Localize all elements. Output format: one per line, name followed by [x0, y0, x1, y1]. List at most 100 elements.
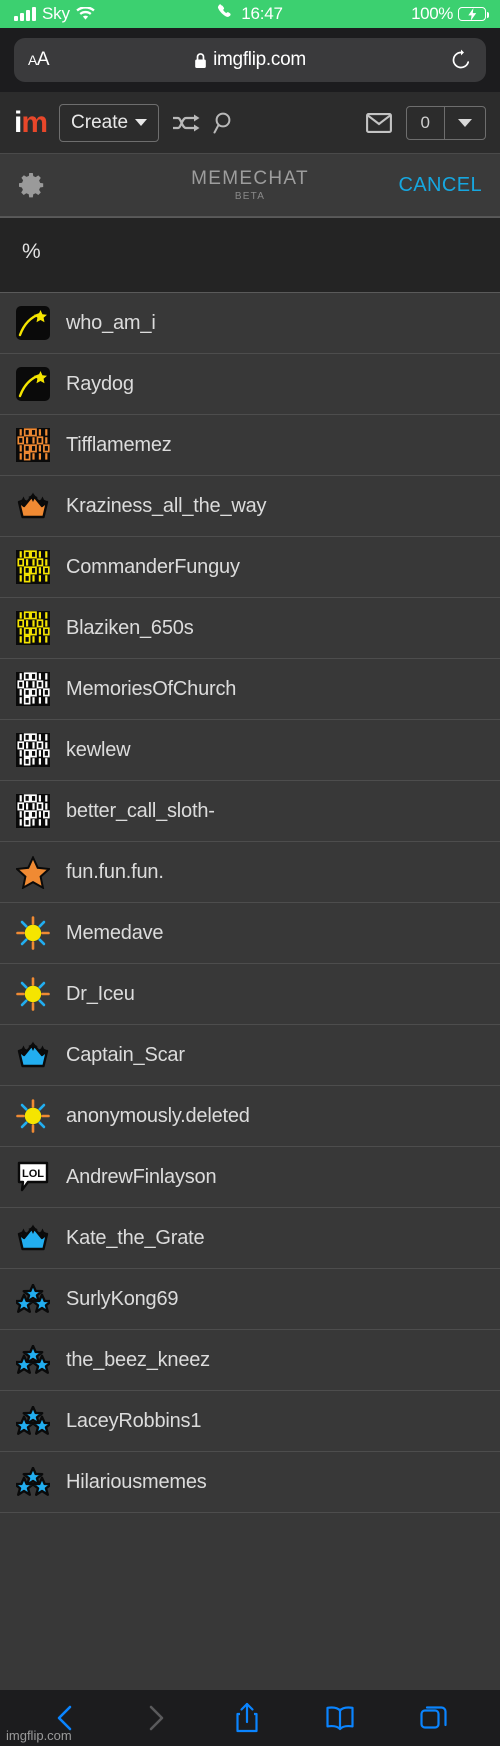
user-name: fun.fun.fun.: [66, 860, 164, 883]
notification-dropdown-button[interactable]: [444, 106, 485, 139]
list-item[interactable]: Raydog: [0, 354, 500, 415]
user-name: Dr_Iceu: [66, 982, 135, 1005]
list-item[interactable]: the_beez_kneez: [0, 1330, 500, 1391]
user-name: LaceyRobbins1: [66, 1409, 202, 1432]
list-item[interactable]: Memedave: [0, 903, 500, 964]
list-item[interactable]: SurlyKong69: [0, 1269, 500, 1330]
status-bar: Sky 16:47 100%: [0, 0, 500, 28]
signal-bars-icon: [14, 6, 36, 21]
list-item[interactable]: CommanderFunguy: [0, 537, 500, 598]
star-icon: [16, 855, 50, 889]
user-name: SurlyKong69: [66, 1287, 179, 1310]
three-stars-icon: [16, 1465, 50, 1499]
user-name: better_call_sloth-: [66, 799, 215, 822]
sun-icon: [16, 977, 50, 1011]
site-header: im Create 0: [0, 92, 500, 154]
user-name: who_am_i: [66, 311, 156, 334]
list-item[interactable]: anonymously.deleted: [0, 1086, 500, 1147]
list-item[interactable]: Tifflamemez: [0, 415, 500, 476]
binary-icon: [16, 611, 50, 645]
three-stars-icon: [16, 1404, 50, 1438]
user-name: Memedave: [66, 921, 164, 944]
shuffle-icon[interactable]: [171, 113, 201, 133]
user-name: Tifflamemez: [66, 433, 172, 456]
user-name: Blaziken_650s: [66, 616, 194, 639]
browser-bottom-toolbar: imgflip.com: [0, 1690, 500, 1746]
list-item[interactable]: MemoriesOfChurch: [0, 659, 500, 720]
memechat-header: MEMECHAT BETA CANCEL: [0, 154, 500, 217]
binary-icon: [16, 672, 50, 706]
list-item[interactable]: Kraziness_all_the_way: [0, 476, 500, 537]
user-list[interactable]: who_am_i Raydog Tifflamemez Kraziness_all_t…: [0, 293, 500, 1690]
notification-counter[interactable]: 0: [405, 105, 486, 140]
chevron-right-icon[interactable]: [143, 1704, 169, 1732]
user-name: AndrewFinlayson: [66, 1165, 217, 1188]
crown-icon: [16, 1221, 50, 1255]
list-item[interactable]: Dr_Iceu: [0, 964, 500, 1025]
user-name: MemoriesOfChurch: [66, 677, 237, 700]
three-stars-icon: [16, 1282, 50, 1316]
search-icon[interactable]: [213, 111, 237, 135]
binary-icon: [16, 428, 50, 462]
phone-screen: Sky 16:47 100% AA imgflip.com i m Create…: [0, 0, 500, 1746]
imgflip-watermark: imgflip.com: [6, 1728, 72, 1743]
lock-icon: [194, 52, 207, 69]
tabs-icon[interactable]: [419, 1704, 448, 1732]
list-item[interactable]: Hilariousmemes: [0, 1452, 500, 1513]
shooting-star-icon: [16, 367, 50, 401]
list-item[interactable]: LaceyRobbins1: [0, 1391, 500, 1452]
address-bar-url-group: imgflip.com: [14, 49, 486, 71]
book-icon[interactable]: [325, 1705, 355, 1731]
list-item[interactable]: Blaziken_650s: [0, 598, 500, 659]
status-bar-time: 16:47: [241, 4, 283, 23]
phone-call-icon: [217, 3, 234, 25]
list-item[interactable]: fun.fun.fun.: [0, 842, 500, 903]
battery-charging-icon: [458, 7, 489, 21]
crown-icon: [16, 1038, 50, 1072]
reload-icon[interactable]: [450, 49, 472, 71]
carrier-label: Sky: [42, 4, 70, 23]
list-item[interactable]: kewlew: [0, 720, 500, 781]
svg-text:LOL: LOL: [22, 1168, 44, 1180]
cancel-button[interactable]: CANCEL: [398, 174, 482, 197]
list-item[interactable]: who_am_i: [0, 293, 500, 354]
caret-down-icon: [135, 119, 148, 126]
crown-icon: [16, 489, 50, 523]
imgflip-logo[interactable]: im: [14, 105, 48, 139]
user-name: Hilariousmemes: [66, 1470, 207, 1493]
search-input-value[interactable]: %: [22, 240, 41, 264]
create-button-label: Create: [71, 111, 129, 133]
binary-icon: [16, 794, 50, 828]
share-icon[interactable]: [234, 1702, 260, 1734]
gear-icon[interactable]: [18, 172, 44, 198]
binary-icon: [16, 733, 50, 767]
list-item[interactable]: better_call_sloth-: [0, 781, 500, 842]
envelope-icon[interactable]: [365, 112, 392, 133]
sun-icon: [16, 916, 50, 950]
lol-bubble-icon: LOL: [16, 1160, 50, 1194]
user-name: kewlew: [66, 738, 131, 761]
wifi-icon: [76, 7, 95, 21]
user-name: Kate_the_Grate: [66, 1226, 205, 1249]
battery-percent-label: 100%: [411, 4, 453, 23]
url-text: imgflip.com: [213, 49, 306, 70]
user-search-field[interactable]: %: [0, 217, 500, 293]
user-name: Captain_Scar: [66, 1043, 185, 1066]
list-item[interactable]: LOL AndrewFinlayson: [0, 1147, 500, 1208]
notification-count: 0: [420, 112, 430, 132]
shooting-star-icon: [16, 306, 50, 340]
logo-letter-m: m: [21, 105, 48, 139]
user-name: the_beez_kneez: [66, 1348, 210, 1371]
address-bar[interactable]: AA imgflip.com: [14, 38, 486, 82]
caret-down-icon: [458, 118, 472, 127]
list-item[interactable]: Captain_Scar: [0, 1025, 500, 1086]
status-bar-left: Sky: [14, 4, 95, 24]
logo-letter-i: i: [14, 105, 22, 139]
user-name: CommanderFunguy: [66, 555, 240, 578]
sun-icon: [16, 1099, 50, 1133]
user-name: Raydog: [66, 372, 134, 395]
three-stars-icon: [16, 1343, 50, 1377]
browser-address-bar-container: AA imgflip.com: [0, 28, 500, 92]
create-button[interactable]: Create: [59, 103, 160, 142]
list-item[interactable]: Kate_the_Grate: [0, 1208, 500, 1269]
